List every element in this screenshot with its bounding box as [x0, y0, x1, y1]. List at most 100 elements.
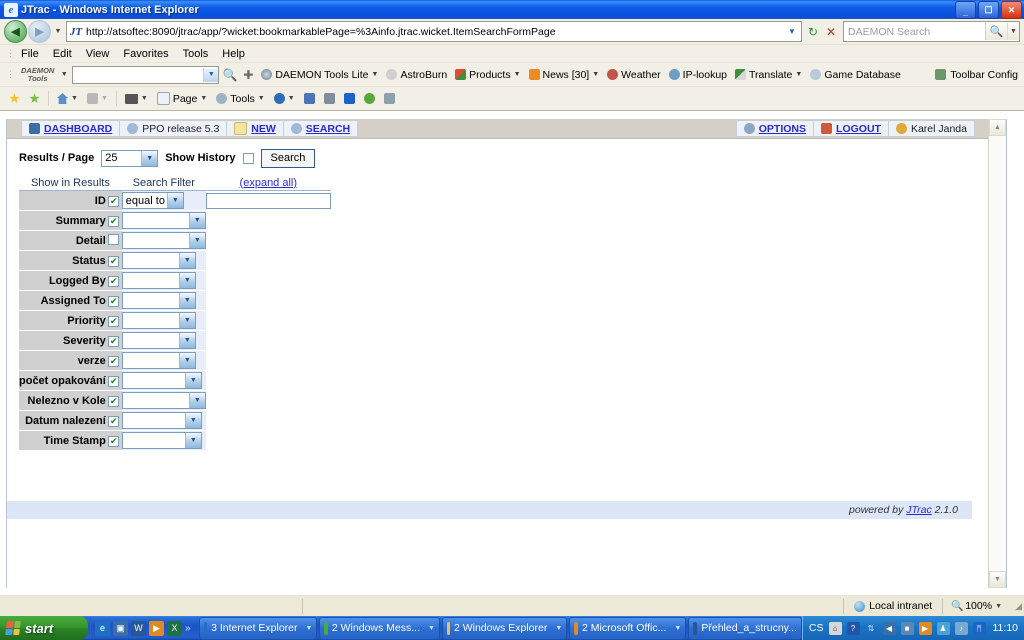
maximize-button[interactable]: ☐ [978, 1, 999, 19]
chevron-down-icon[interactable]: ▼ [995, 603, 1002, 610]
resize-grip[interactable]: ◢ [1010, 601, 1024, 612]
chevron-down-icon[interactable]: ▼ [58, 71, 70, 78]
page-menu-button[interactable]: Page ▼ [153, 92, 211, 105]
chevron-down-icon[interactable]: ▼ [166, 193, 183, 208]
show-in-results-checkbox[interactable]: ✔ [108, 435, 120, 447]
network-icon[interactable]: ■ [900, 621, 914, 635]
chevron-down-icon[interactable]: ▼ [306, 625, 313, 632]
search-field[interactable]: DAEMON Search 🔍 ▼ [843, 21, 1020, 42]
show-in-results-checkbox[interactable]: ✔ [108, 415, 120, 427]
highlight-icon[interactable]: ✚ [239, 66, 257, 84]
scroll-up-icon[interactable]: ▲ [989, 119, 1006, 136]
jtrac-link[interactable]: JTrac [906, 504, 931, 516]
toolbar-item-products[interactable]: Products ▼ [451, 69, 524, 81]
zoom-control[interactable]: 🔍 100% ▼ [942, 598, 1010, 614]
updown-icon[interactable]: ⇅ [865, 622, 878, 635]
toolbar-item-news[interactable]: News [30] ▼ [525, 69, 604, 81]
help-button[interactable]: ▼ [270, 93, 299, 104]
filter-select[interactable]: ▼ [121, 292, 196, 309]
nav-label-new[interactable]: NEW [251, 123, 276, 135]
chevron-down-icon[interactable]: ▼ [141, 95, 148, 102]
chevron-down-icon[interactable]: ▼ [71, 95, 78, 102]
toolbar-item-translate[interactable]: Translate ▼ [731, 69, 806, 81]
nav-item-new[interactable]: NEW [226, 120, 283, 137]
shield-icon[interactable]: ◀ [882, 621, 896, 635]
chevron-down-icon[interactable]: ▼ [178, 353, 195, 368]
home-button[interactable]: ▼ [53, 93, 82, 104]
chevron-down-icon[interactable]: ▼ [178, 253, 195, 268]
print-button[interactable]: ▼ [121, 93, 152, 104]
menu-item-help[interactable]: Help [215, 48, 252, 60]
toolbar-item-astroburn[interactable]: AstroBurn [382, 69, 451, 81]
bluetooth-icon[interactable]: ᛗ [972, 621, 986, 635]
menu-item-file[interactable]: File [14, 48, 46, 60]
filter-select[interactable]: ▼ [121, 372, 202, 389]
show-in-results-checkbox[interactable]: ✔ [108, 375, 120, 387]
show-in-results-checkbox[interactable]: ✔ [108, 335, 120, 347]
toolbar-item-weather[interactable]: Weather [603, 69, 665, 81]
chevron-down-icon[interactable]: ▼ [258, 95, 265, 102]
nav-label-options[interactable]: OPTIONS [759, 123, 806, 135]
addon-button[interactable] [360, 93, 379, 104]
chevron-down-icon[interactable]: ▼ [178, 333, 195, 348]
show-history-checkbox[interactable] [242, 152, 254, 164]
toolbar-item-game-database[interactable]: Game Database [806, 69, 904, 81]
chevron-down-icon[interactable]: ▼ [188, 233, 205, 248]
nav-label-logout[interactable]: LOGOUT [836, 123, 881, 135]
filter-select[interactable]: ▼ [121, 312, 196, 329]
chevron-down-icon[interactable]: ▼ [178, 293, 195, 308]
filter-select[interactable]: ▼ [121, 352, 196, 369]
add-to-favorites-button[interactable] [25, 93, 44, 104]
chevron-down-icon[interactable]: ▼ [184, 433, 201, 448]
history-caret-icon[interactable]: ▼ [52, 28, 64, 35]
tools-menu-button[interactable]: Tools ▼ [212, 93, 268, 105]
url-field[interactable]: JT http://atsoftec:8090/jtrac/app/?wicke… [66, 21, 802, 42]
stop-icon[interactable]: ✕ [822, 23, 840, 41]
chevron-down-icon[interactable]: ▼ [178, 313, 195, 328]
filter-select[interactable]: ▼ [121, 252, 196, 269]
page-scrollbar[interactable]: ▲ ▼ [988, 119, 1006, 588]
show-in-results-checkbox[interactable]: ✔ [108, 255, 120, 267]
chevron-down-icon[interactable]: ▼ [372, 71, 379, 78]
chevron-down-icon[interactable]: ▼ [428, 625, 435, 632]
chevron-down-icon[interactable]: ▼ [795, 71, 802, 78]
ql-desktop-icon[interactable]: ▣ [113, 620, 128, 636]
nav-label-dashboard[interactable]: DASHBOARD [44, 123, 112, 135]
toolbar-config[interactable]: Toolbar Config [935, 69, 1018, 81]
ql-word-icon[interactable]: W [131, 620, 146, 636]
security-zone[interactable]: Local intranet [843, 598, 942, 614]
results-per-page-select[interactable]: 25 ▼ [101, 149, 159, 167]
search-go-icon[interactable]: 🔍 [221, 66, 239, 84]
feeds-button[interactable]: ▼ [83, 93, 112, 104]
show-in-results-checkbox[interactable]: ✔ [108, 315, 120, 327]
show-in-results-checkbox[interactable]: ✔ [108, 275, 120, 287]
chevron-down-icon[interactable]: ▼ [184, 373, 201, 388]
taskbar-item[interactable]: Přehled_a_strucny... [688, 616, 802, 640]
forward-button[interactable]: ▶ [28, 20, 51, 43]
filter-select[interactable]: equal to ▼ [121, 192, 184, 209]
media-icon[interactable]: ▶ [918, 621, 932, 635]
chevron-down-icon[interactable]: ▼ [1007, 23, 1019, 40]
filter-select[interactable]: ▼ [121, 212, 206, 229]
clock[interactable]: 11:10 [991, 622, 1019, 634]
chevron-down-icon[interactable]: ▼ [188, 213, 205, 228]
filter-select[interactable]: ▼ [121, 392, 206, 409]
chevron-down-icon[interactable]: ▼ [141, 150, 158, 166]
nav-item-search[interactable]: SEARCH [282, 120, 359, 137]
nav-item-dashboard[interactable]: DASHBOARD [21, 120, 120, 137]
snapshot-button[interactable] [320, 93, 339, 104]
chevron-down-icon[interactable]: ▼ [288, 95, 295, 102]
language-indicator[interactable]: CS [809, 622, 824, 634]
filter-select[interactable]: ▼ [121, 432, 202, 449]
ql-excel-icon[interactable]: X [167, 620, 182, 636]
chevron-down-icon[interactable]: ▼ [178, 273, 195, 288]
nav-item-options[interactable]: OPTIONS [735, 120, 814, 137]
back-button[interactable]: ◀ [4, 20, 27, 43]
start-button[interactable]: start [0, 616, 88, 640]
bluetooth-button[interactable] [340, 93, 359, 104]
menu-item-tools[interactable]: Tools [176, 48, 216, 60]
filter-select[interactable]: ▼ [121, 412, 202, 429]
refresh-icon[interactable]: ↻ [804, 23, 822, 41]
show-in-results-checkbox[interactable]: ✔ [108, 195, 120, 207]
taskbar-item[interactable]: 2 Windows Mess... ▼ [319, 616, 440, 640]
